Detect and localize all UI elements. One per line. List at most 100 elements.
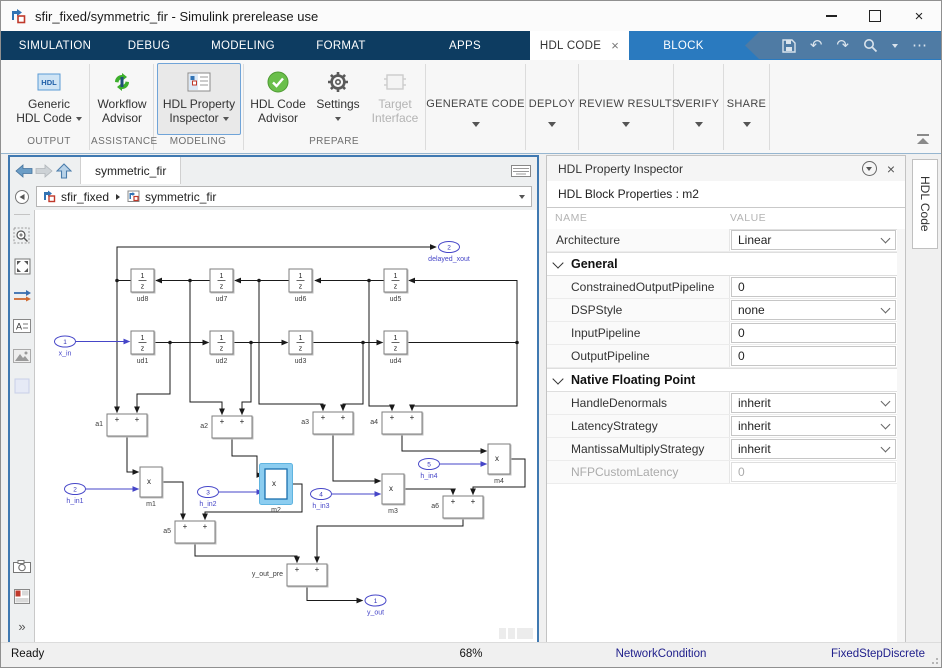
- svg-text:a3: a3: [301, 419, 309, 426]
- keyboard-shortcuts-icon[interactable]: [511, 161, 531, 181]
- panel-close-icon[interactable]: ×: [887, 161, 895, 177]
- tab-modeling[interactable]: MODELING: [205, 31, 281, 60]
- block-diagram: 1z ud8 1z ud7 1z ud6 1z ud5 1z ud1 1z: [35, 210, 537, 642]
- panel-scrollbar[interactable]: [897, 229, 905, 643]
- tab-format[interactable]: FORMAT: [309, 31, 373, 60]
- annotation-icon[interactable]: A: [12, 316, 32, 336]
- search-icon[interactable]: [863, 38, 878, 53]
- dropdown-caret-icon: [335, 117, 341, 121]
- panel-menu-icon[interactable]: [862, 161, 877, 176]
- svg-text:delayed_xout: delayed_xout: [428, 256, 470, 263]
- architecture-select[interactable]: Linear: [731, 230, 896, 250]
- breadcrumb-current[interactable]: symmetric_fir: [145, 190, 216, 204]
- resize-grip[interactable]: [928, 654, 938, 664]
- svg-text:1: 1: [299, 273, 303, 280]
- section-collapse-icon[interactable]: [552, 373, 563, 384]
- generic-hdl-code-button[interactable]: HDL Generic HDL Code: [11, 63, 87, 135]
- hdl-property-inspector-panel: HDL Property Inspector × HDL Block Prope…: [546, 155, 906, 644]
- svg-text:+: +: [135, 415, 140, 424]
- hide-explorer-icon[interactable]: [12, 187, 32, 207]
- area-box-icon[interactable]: [12, 376, 32, 396]
- tab-block[interactable]: BLOCK: [629, 31, 738, 60]
- section-deploy[interactable]: DEPLOY: [526, 60, 578, 150]
- inputpipeline-field[interactable]: 0: [731, 323, 896, 343]
- svg-text:+: +: [183, 522, 188, 531]
- chevron-down-icon: [881, 397, 891, 407]
- latencystrategy-select[interactable]: inherit: [731, 416, 896, 436]
- diagram-canvas[interactable]: 1z ud8 1z ud7 1z ud6 1z ud5 1z ud1 1z: [35, 210, 537, 642]
- settings-button[interactable]: Settings: [311, 63, 365, 135]
- svg-text:z: z: [141, 284, 145, 291]
- up-to-parent-icon[interactable]: [54, 161, 74, 181]
- section-collapse-icon[interactable]: [552, 257, 563, 268]
- undo-icon[interactable]: ↶: [810, 38, 823, 53]
- save-icon[interactable]: [782, 39, 796, 53]
- quick-access-dropdown-icon[interactable]: [892, 44, 898, 48]
- signal-routing-icon[interactable]: [12, 286, 32, 306]
- tab-apps[interactable]: APPS: [439, 31, 491, 60]
- image-icon[interactable]: [12, 346, 32, 366]
- section-review-results[interactable]: REVIEW RESULTS: [579, 60, 673, 150]
- svg-text:+: +: [321, 413, 326, 422]
- section-generate-code[interactable]: GENERATE CODE: [426, 60, 525, 150]
- unit-delay-blocks[interactable]: 1z ud8 1z ud7 1z ud6 1z ud5 1z ud1 1z: [131, 269, 407, 365]
- tab-close-icon[interactable]: ×: [611, 38, 619, 53]
- property-table: Architecture Linear General ConstrainedO…: [547, 229, 897, 484]
- svg-text:HDL: HDL: [41, 78, 57, 87]
- zoom-region-icon[interactable]: [12, 226, 32, 246]
- tab-debug[interactable]: DEBUG: [119, 31, 179, 60]
- status-network-condition[interactable]: NetworkCondition: [571, 648, 751, 660]
- constrainedoutputpipeline-field[interactable]: 0: [731, 277, 896, 297]
- section-general[interactable]: General: [547, 252, 897, 276]
- back-icon[interactable]: [14, 161, 34, 181]
- viewers-icon[interactable]: [12, 586, 32, 606]
- svg-text:ud3: ud3: [295, 358, 307, 365]
- svg-text:1: 1: [220, 273, 224, 280]
- dropdown-caret-icon: [526, 122, 578, 127]
- side-tab-hdl-code[interactable]: HDL Code: [912, 159, 938, 249]
- section-native-floating-point[interactable]: Native Floating Point: [547, 368, 897, 392]
- column-value: VALUE: [730, 212, 766, 224]
- target-interface-button: Target Interface: [367, 63, 423, 135]
- status-solver[interactable]: FixedStepDiscrete: [831, 648, 925, 660]
- breadcrumb[interactable]: sfir_fixed symmetric_fir: [36, 186, 532, 207]
- svg-text:+: +: [315, 565, 320, 574]
- breadcrumb-root[interactable]: sfir_fixed: [61, 190, 109, 204]
- svg-text:+: +: [203, 522, 208, 531]
- hdl-property-inspector-button[interactable]: HDL Property Inspector: [157, 63, 241, 135]
- collapse-ribbon-icon[interactable]: [915, 134, 931, 146]
- close-button[interactable]: ×: [897, 1, 941, 31]
- section-verify[interactable]: VERIFY: [674, 60, 723, 150]
- svg-text:3: 3: [206, 490, 210, 497]
- breadcrumb-dropdown-icon[interactable]: [519, 195, 525, 199]
- svg-text:+: +: [240, 417, 245, 426]
- svg-text:1: 1: [374, 598, 378, 605]
- property-row-handledenormals: HandleDenormals inherit: [547, 392, 897, 415]
- minimize-button[interactable]: [809, 1, 853, 31]
- tab-simulation[interactable]: SIMULATION: [17, 31, 93, 60]
- mantissamultiplystrategy-select[interactable]: inherit: [731, 439, 896, 459]
- canvas-overview-icon[interactable]: [499, 628, 533, 639]
- workflow-advisor-button[interactable]: Workflow Advisor: [93, 63, 151, 135]
- section-share[interactable]: SHARE: [724, 60, 769, 150]
- tab-hdl-code[interactable]: HDL CODE ×: [530, 31, 629, 60]
- hdl-code-advisor-button[interactable]: HDL Code Advisor: [247, 63, 309, 135]
- dspstyle-select[interactable]: none: [731, 300, 896, 320]
- maximize-button[interactable]: [853, 1, 897, 31]
- handledenormals-select[interactable]: inherit: [731, 393, 896, 413]
- outputpipeline-field[interactable]: 0: [731, 346, 896, 366]
- workflow-advisor-icon: [110, 67, 134, 97]
- more-options-icon[interactable]: ⋯: [912, 38, 927, 53]
- editor-tab-symmetric-fir[interactable]: symmetric_fir: [80, 157, 181, 184]
- camera-icon[interactable]: [12, 556, 32, 576]
- svg-text:4: 4: [319, 492, 323, 499]
- svg-text:1: 1: [394, 335, 398, 342]
- fit-to-view-icon[interactable]: [12, 256, 32, 276]
- breadcrumb-bar: sfir_fixed symmetric_fir: [10, 184, 537, 210]
- svg-text:y_out: y_out: [367, 610, 384, 617]
- more-tools-icon[interactable]: »: [12, 616, 32, 636]
- svg-text:1: 1: [220, 335, 224, 342]
- svg-text:z: z: [394, 346, 398, 353]
- redo-icon[interactable]: ↷: [836, 38, 849, 53]
- svg-text:x: x: [272, 479, 276, 488]
